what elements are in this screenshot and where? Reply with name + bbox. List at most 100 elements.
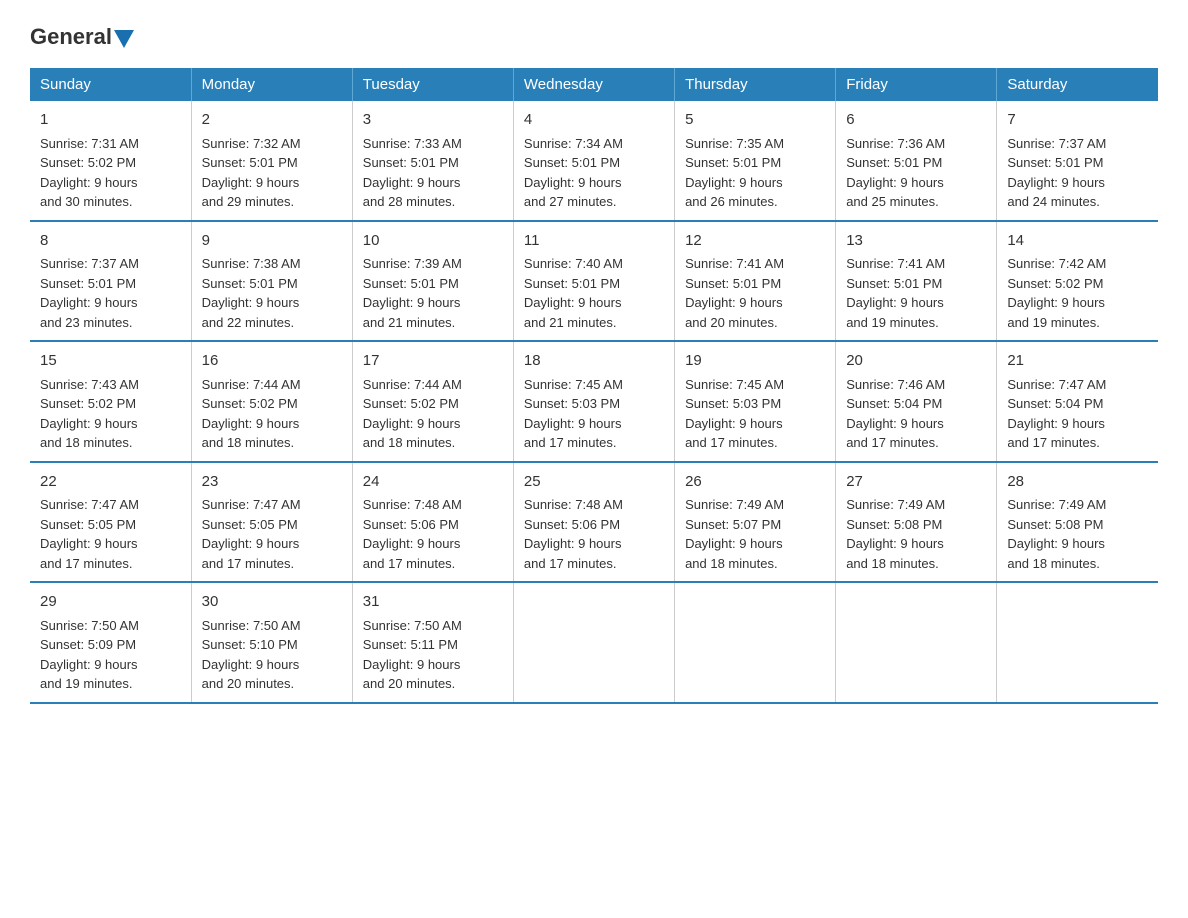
calendar-cell: 19Sunrise: 7:45 AMSunset: 5:03 PMDayligh… xyxy=(675,341,836,462)
calendar-cell: 16Sunrise: 7:44 AMSunset: 5:02 PMDayligh… xyxy=(191,341,352,462)
calendar-header-row: SundayMondayTuesdayWednesdayThursdayFrid… xyxy=(30,68,1158,101)
calendar-cell: 11Sunrise: 7:40 AMSunset: 5:01 PMDayligh… xyxy=(513,221,674,342)
day-info: Sunrise: 7:48 AMSunset: 5:06 PMDaylight:… xyxy=(363,495,503,573)
day-number: 31 xyxy=(363,591,503,614)
calendar-cell xyxy=(513,582,674,703)
day-number: 21 xyxy=(1007,350,1148,373)
calendar-cell: 27Sunrise: 7:49 AMSunset: 5:08 PMDayligh… xyxy=(836,462,997,583)
day-number: 2 xyxy=(202,109,342,132)
header-thursday: Thursday xyxy=(675,68,836,101)
calendar-cell: 21Sunrise: 7:47 AMSunset: 5:04 PMDayligh… xyxy=(997,341,1158,462)
calendar-cell: 24Sunrise: 7:48 AMSunset: 5:06 PMDayligh… xyxy=(352,462,513,583)
day-number: 1 xyxy=(40,109,181,132)
day-info: Sunrise: 7:36 AMSunset: 5:01 PMDaylight:… xyxy=(846,134,986,212)
day-number: 14 xyxy=(1007,230,1148,253)
day-number: 17 xyxy=(363,350,503,373)
day-info: Sunrise: 7:49 AMSunset: 5:07 PMDaylight:… xyxy=(685,495,825,573)
day-number: 8 xyxy=(40,230,181,253)
calendar-cell: 17Sunrise: 7:44 AMSunset: 5:02 PMDayligh… xyxy=(352,341,513,462)
header-monday: Monday xyxy=(191,68,352,101)
day-info: Sunrise: 7:39 AMSunset: 5:01 PMDaylight:… xyxy=(363,254,503,332)
calendar-cell: 14Sunrise: 7:42 AMSunset: 5:02 PMDayligh… xyxy=(997,221,1158,342)
calendar-cell: 7Sunrise: 7:37 AMSunset: 5:01 PMDaylight… xyxy=(997,101,1158,221)
day-info: Sunrise: 7:50 AMSunset: 5:09 PMDaylight:… xyxy=(40,616,181,694)
calendar-week-1: 1Sunrise: 7:31 AMSunset: 5:02 PMDaylight… xyxy=(30,101,1158,221)
day-number: 13 xyxy=(846,230,986,253)
calendar-cell: 9Sunrise: 7:38 AMSunset: 5:01 PMDaylight… xyxy=(191,221,352,342)
day-number: 28 xyxy=(1007,471,1148,494)
calendar-cell xyxy=(836,582,997,703)
day-info: Sunrise: 7:37 AMSunset: 5:01 PMDaylight:… xyxy=(1007,134,1148,212)
day-number: 6 xyxy=(846,109,986,132)
calendar-week-3: 15Sunrise: 7:43 AMSunset: 5:02 PMDayligh… xyxy=(30,341,1158,462)
page-header: General xyxy=(30,24,1158,50)
calendar-cell: 10Sunrise: 7:39 AMSunset: 5:01 PMDayligh… xyxy=(352,221,513,342)
day-number: 15 xyxy=(40,350,181,373)
calendar-cell: 4Sunrise: 7:34 AMSunset: 5:01 PMDaylight… xyxy=(513,101,674,221)
calendar-week-5: 29Sunrise: 7:50 AMSunset: 5:09 PMDayligh… xyxy=(30,582,1158,703)
calendar-cell: 13Sunrise: 7:41 AMSunset: 5:01 PMDayligh… xyxy=(836,221,997,342)
day-info: Sunrise: 7:45 AMSunset: 5:03 PMDaylight:… xyxy=(524,375,664,453)
day-info: Sunrise: 7:46 AMSunset: 5:04 PMDaylight:… xyxy=(846,375,986,453)
day-number: 27 xyxy=(846,471,986,494)
day-info: Sunrise: 7:38 AMSunset: 5:01 PMDaylight:… xyxy=(202,254,342,332)
day-number: 20 xyxy=(846,350,986,373)
day-number: 3 xyxy=(363,109,503,132)
day-info: Sunrise: 7:47 AMSunset: 5:05 PMDaylight:… xyxy=(40,495,181,573)
day-info: Sunrise: 7:47 AMSunset: 5:05 PMDaylight:… xyxy=(202,495,342,573)
day-info: Sunrise: 7:35 AMSunset: 5:01 PMDaylight:… xyxy=(685,134,825,212)
calendar-cell: 22Sunrise: 7:47 AMSunset: 5:05 PMDayligh… xyxy=(30,462,191,583)
calendar-cell: 15Sunrise: 7:43 AMSunset: 5:02 PMDayligh… xyxy=(30,341,191,462)
calendar-cell xyxy=(675,582,836,703)
calendar-cell: 29Sunrise: 7:50 AMSunset: 5:09 PMDayligh… xyxy=(30,582,191,703)
day-number: 25 xyxy=(524,471,664,494)
day-number: 22 xyxy=(40,471,181,494)
calendar-cell: 8Sunrise: 7:37 AMSunset: 5:01 PMDaylight… xyxy=(30,221,191,342)
day-info: Sunrise: 7:41 AMSunset: 5:01 PMDaylight:… xyxy=(685,254,825,332)
day-info: Sunrise: 7:42 AMSunset: 5:02 PMDaylight:… xyxy=(1007,254,1148,332)
calendar-cell: 12Sunrise: 7:41 AMSunset: 5:01 PMDayligh… xyxy=(675,221,836,342)
header-sunday: Sunday xyxy=(30,68,191,101)
calendar-cell: 30Sunrise: 7:50 AMSunset: 5:10 PMDayligh… xyxy=(191,582,352,703)
day-number: 7 xyxy=(1007,109,1148,132)
day-number: 16 xyxy=(202,350,342,373)
day-info: Sunrise: 7:50 AMSunset: 5:11 PMDaylight:… xyxy=(363,616,503,694)
logo-general-text: General xyxy=(30,24,112,50)
day-info: Sunrise: 7:45 AMSunset: 5:03 PMDaylight:… xyxy=(685,375,825,453)
day-number: 29 xyxy=(40,591,181,614)
calendar-cell: 20Sunrise: 7:46 AMSunset: 5:04 PMDayligh… xyxy=(836,341,997,462)
calendar-cell: 2Sunrise: 7:32 AMSunset: 5:01 PMDaylight… xyxy=(191,101,352,221)
calendar-cell: 5Sunrise: 7:35 AMSunset: 5:01 PMDaylight… xyxy=(675,101,836,221)
day-number: 9 xyxy=(202,230,342,253)
day-number: 19 xyxy=(685,350,825,373)
day-info: Sunrise: 7:33 AMSunset: 5:01 PMDaylight:… xyxy=(363,134,503,212)
day-info: Sunrise: 7:50 AMSunset: 5:10 PMDaylight:… xyxy=(202,616,342,694)
logo: General xyxy=(30,24,136,50)
day-info: Sunrise: 7:44 AMSunset: 5:02 PMDaylight:… xyxy=(202,375,342,453)
calendar-cell: 28Sunrise: 7:49 AMSunset: 5:08 PMDayligh… xyxy=(997,462,1158,583)
calendar-cell: 1Sunrise: 7:31 AMSunset: 5:02 PMDaylight… xyxy=(30,101,191,221)
header-friday: Friday xyxy=(836,68,997,101)
header-saturday: Saturday xyxy=(997,68,1158,101)
day-info: Sunrise: 7:43 AMSunset: 5:02 PMDaylight:… xyxy=(40,375,181,453)
day-number: 26 xyxy=(685,471,825,494)
calendar-cell xyxy=(997,582,1158,703)
logo-arrow-icon xyxy=(114,30,134,48)
calendar-cell: 26Sunrise: 7:49 AMSunset: 5:07 PMDayligh… xyxy=(675,462,836,583)
calendar-week-4: 22Sunrise: 7:47 AMSunset: 5:05 PMDayligh… xyxy=(30,462,1158,583)
day-info: Sunrise: 7:31 AMSunset: 5:02 PMDaylight:… xyxy=(40,134,181,212)
header-wednesday: Wednesday xyxy=(513,68,674,101)
day-number: 18 xyxy=(524,350,664,373)
day-info: Sunrise: 7:48 AMSunset: 5:06 PMDaylight:… xyxy=(524,495,664,573)
day-number: 30 xyxy=(202,591,342,614)
calendar-cell: 31Sunrise: 7:50 AMSunset: 5:11 PMDayligh… xyxy=(352,582,513,703)
calendar-cell: 3Sunrise: 7:33 AMSunset: 5:01 PMDaylight… xyxy=(352,101,513,221)
day-number: 24 xyxy=(363,471,503,494)
header-tuesday: Tuesday xyxy=(352,68,513,101)
calendar-week-2: 8Sunrise: 7:37 AMSunset: 5:01 PMDaylight… xyxy=(30,221,1158,342)
day-info: Sunrise: 7:44 AMSunset: 5:02 PMDaylight:… xyxy=(363,375,503,453)
day-info: Sunrise: 7:49 AMSunset: 5:08 PMDaylight:… xyxy=(846,495,986,573)
calendar-cell: 18Sunrise: 7:45 AMSunset: 5:03 PMDayligh… xyxy=(513,341,674,462)
calendar-cell: 25Sunrise: 7:48 AMSunset: 5:06 PMDayligh… xyxy=(513,462,674,583)
day-info: Sunrise: 7:41 AMSunset: 5:01 PMDaylight:… xyxy=(846,254,986,332)
